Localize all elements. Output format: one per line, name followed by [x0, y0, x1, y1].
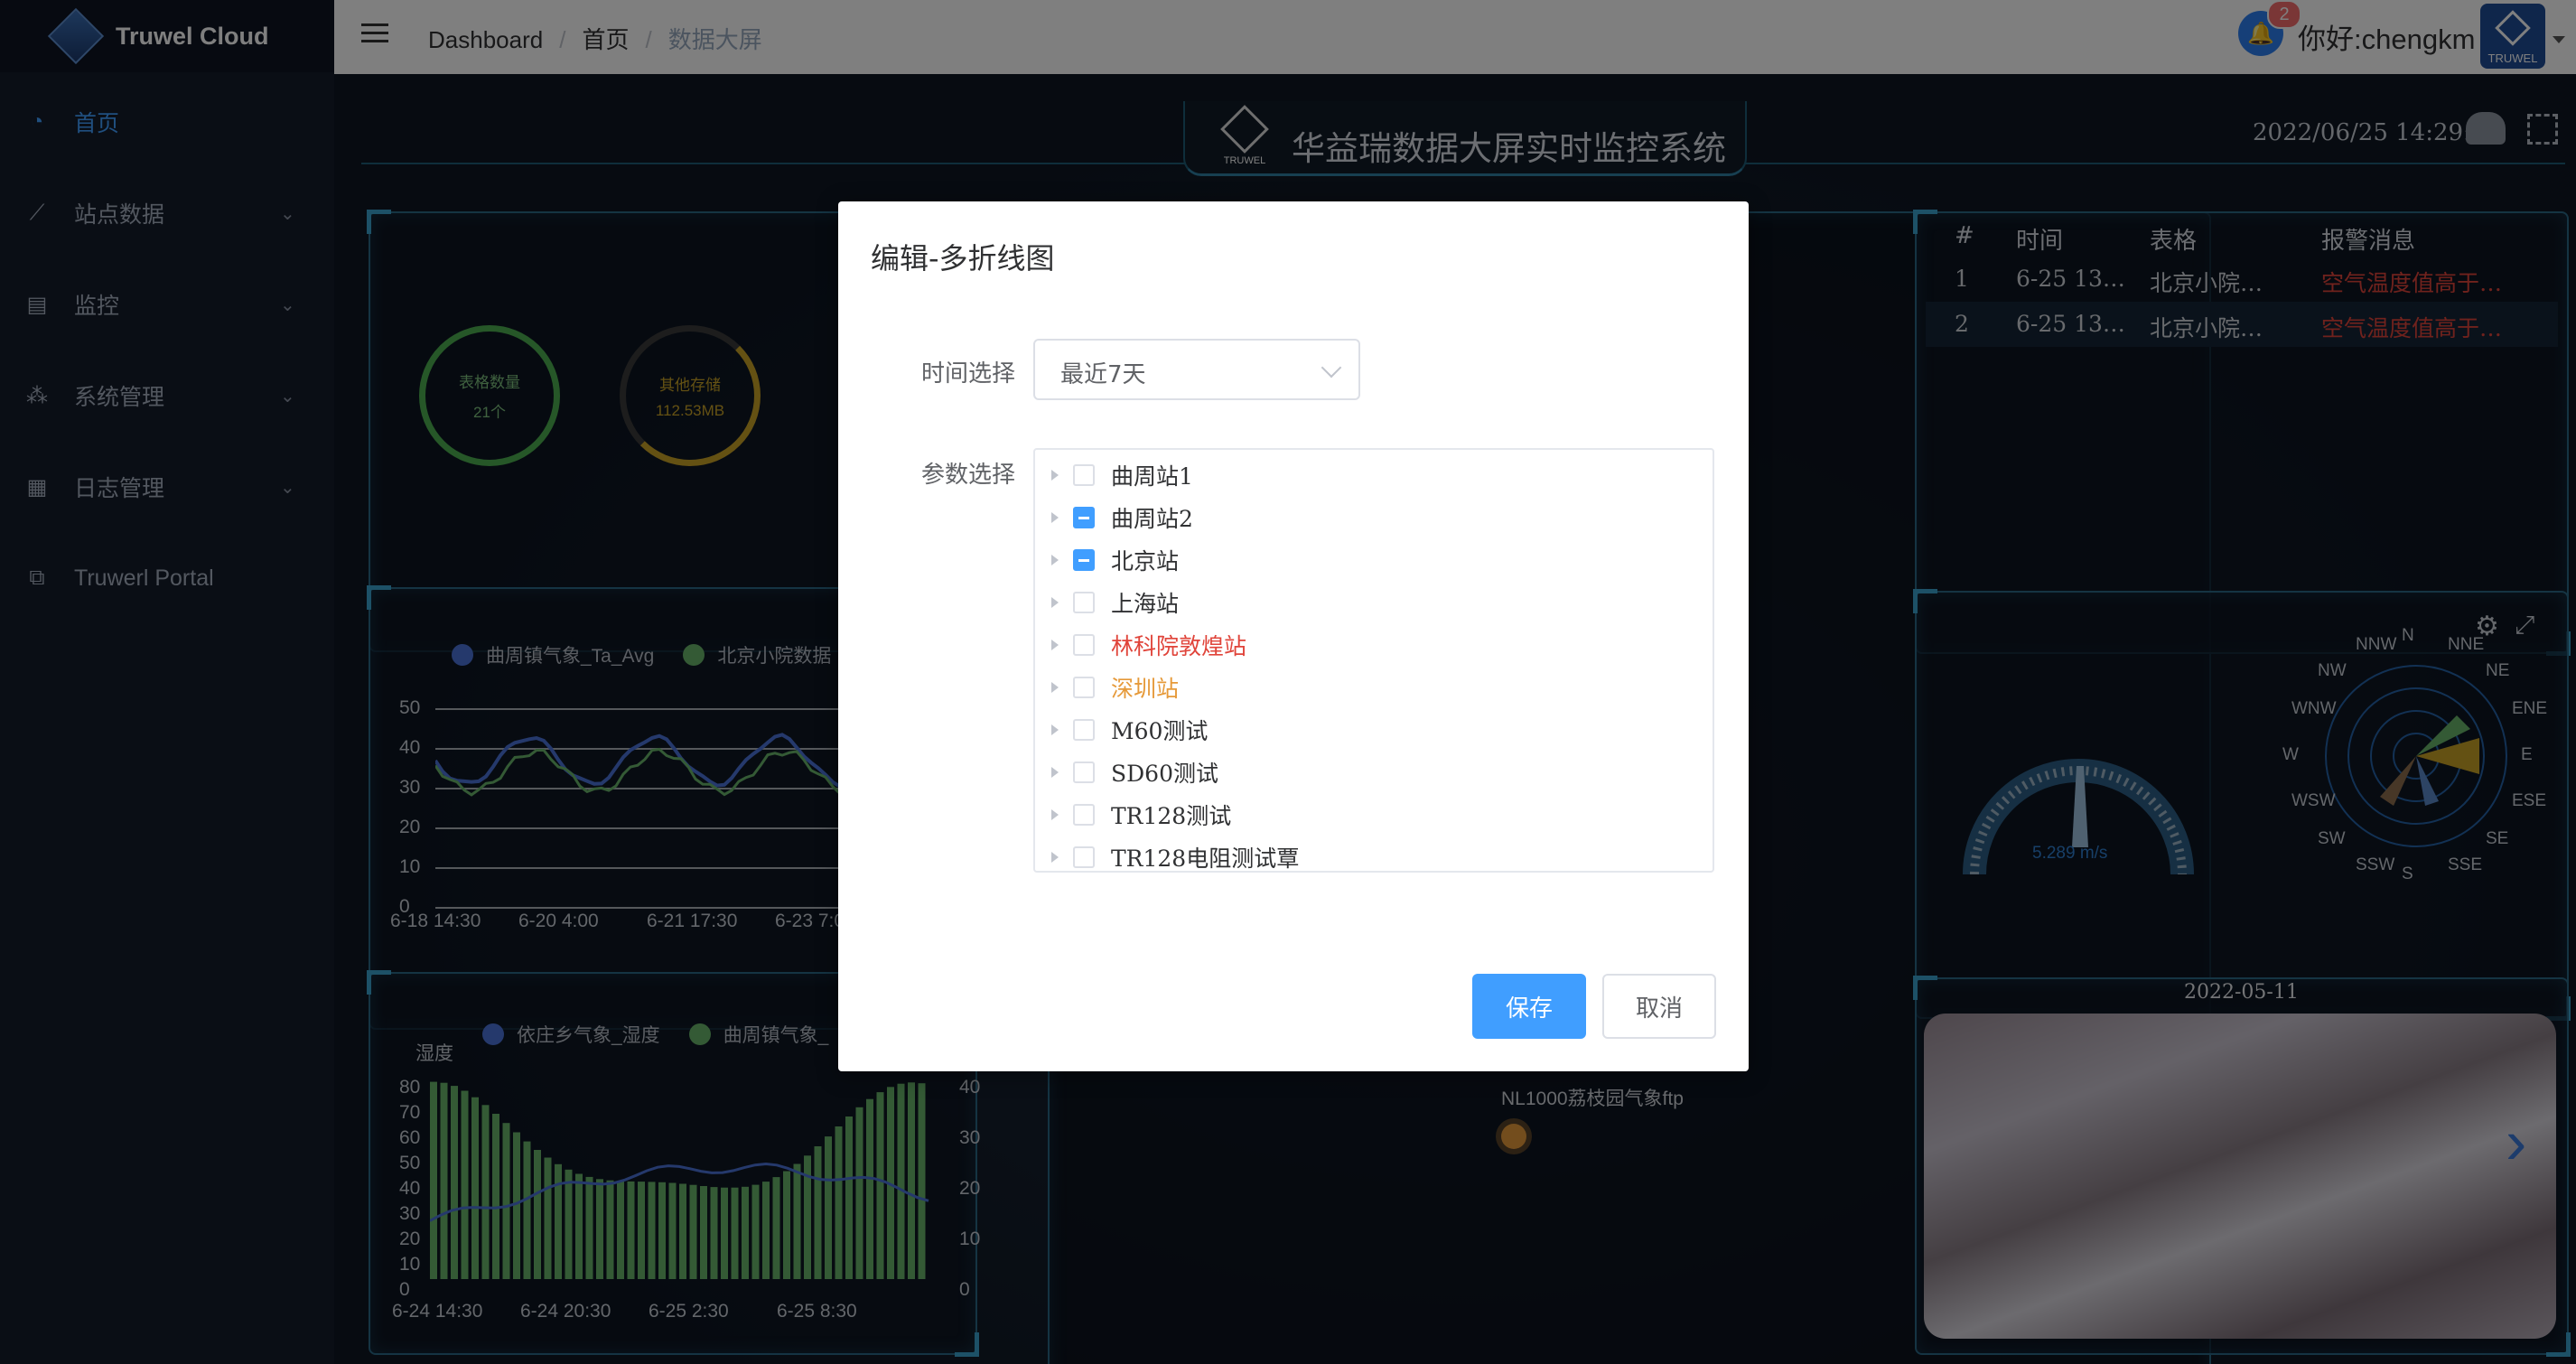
tree-checkbox[interactable] — [1073, 591, 1095, 613]
caret-right-icon[interactable] — [1051, 639, 1059, 650]
edit-chart-dialog: 编辑-多折线图 时间选择 最近7天 参数选择 曲周站1 曲周站2 北京站上海站林科院… — [838, 201, 1749, 1071]
tree-node[interactable]: 曲周站2 — [1035, 496, 1713, 538]
tree-checkbox[interactable] — [1073, 803, 1095, 826]
tree-node-label: 曲周站1 — [1111, 462, 1193, 490]
time-select-label: 时间选择 — [921, 360, 1016, 388]
tree-node[interactable]: 北京站 — [1035, 538, 1713, 581]
tree-checkbox[interactable] — [1073, 506, 1095, 528]
caret-right-icon[interactable] — [1051, 681, 1059, 693]
tree-node[interactable]: M60测试 — [1035, 708, 1713, 751]
tree-checkbox[interactable] — [1073, 761, 1095, 783]
param-select-label: 参数选择 — [921, 462, 1016, 489]
tree-node-label: M60测试 — [1111, 717, 1209, 744]
cancel-button[interactable]: 取消 — [1602, 974, 1716, 1039]
caret-right-icon[interactable] — [1051, 724, 1059, 735]
tree-node[interactable]: 深圳站 — [1035, 666, 1713, 708]
tree-checkbox[interactable] — [1073, 718, 1095, 741]
chevron-down-icon — [1321, 357, 1342, 378]
tree-checkbox[interactable] — [1073, 633, 1095, 656]
tree-node[interactable]: SD60测试 — [1035, 751, 1713, 793]
tree-node[interactable]: 林科院敦煌站 — [1035, 623, 1713, 666]
tree-node-label: 曲周站2 — [1111, 505, 1193, 532]
caret-right-icon[interactable] — [1051, 469, 1059, 481]
tree-node[interactable]: 曲周站1 — [1035, 453, 1713, 496]
tree-node[interactable]: 上海站 — [1035, 581, 1713, 623]
tree-node-label: 林科院敦煌站 — [1111, 632, 1247, 659]
tree-node-label: 北京站 — [1111, 547, 1180, 575]
param-tree: 曲周站1 曲周站2 北京站上海站林科院敦煌站 深圳站 M60测试 SD60测试 TR128测… — [1033, 448, 1714, 873]
tree-checkbox[interactable] — [1073, 845, 1095, 868]
caret-right-icon[interactable] — [1051, 851, 1059, 863]
tree-checkbox[interactable] — [1073, 548, 1095, 571]
caret-right-icon[interactable] — [1051, 596, 1059, 608]
tree-node[interactable]: TR128电阻测试覃 — [1035, 836, 1713, 872]
save-button[interactable]: 保存 — [1472, 974, 1586, 1039]
tree-checkbox[interactable] — [1073, 676, 1095, 698]
tree-node-label: SD60测试 — [1111, 760, 1218, 787]
tree-node-label: TR128电阻测试覃 — [1111, 845, 1300, 872]
tree-node-label: TR128测试 — [1111, 802, 1232, 829]
tree-node-label: 上海站 — [1111, 590, 1180, 617]
tree-node-label: 深圳站 — [1111, 675, 1180, 702]
caret-right-icon[interactable] — [1051, 554, 1059, 565]
tree-node[interactable]: TR128测试 — [1035, 793, 1713, 836]
time-range-value: 最近7天 — [1060, 361, 1146, 388]
time-range-select[interactable]: 最近7天 — [1033, 339, 1360, 400]
caret-right-icon[interactable] — [1051, 766, 1059, 778]
caret-right-icon[interactable] — [1051, 511, 1059, 523]
caret-right-icon[interactable] — [1051, 808, 1059, 820]
tree-checkbox[interactable] — [1073, 463, 1095, 486]
dialog-title: 编辑-多折线图 — [871, 241, 1055, 276]
